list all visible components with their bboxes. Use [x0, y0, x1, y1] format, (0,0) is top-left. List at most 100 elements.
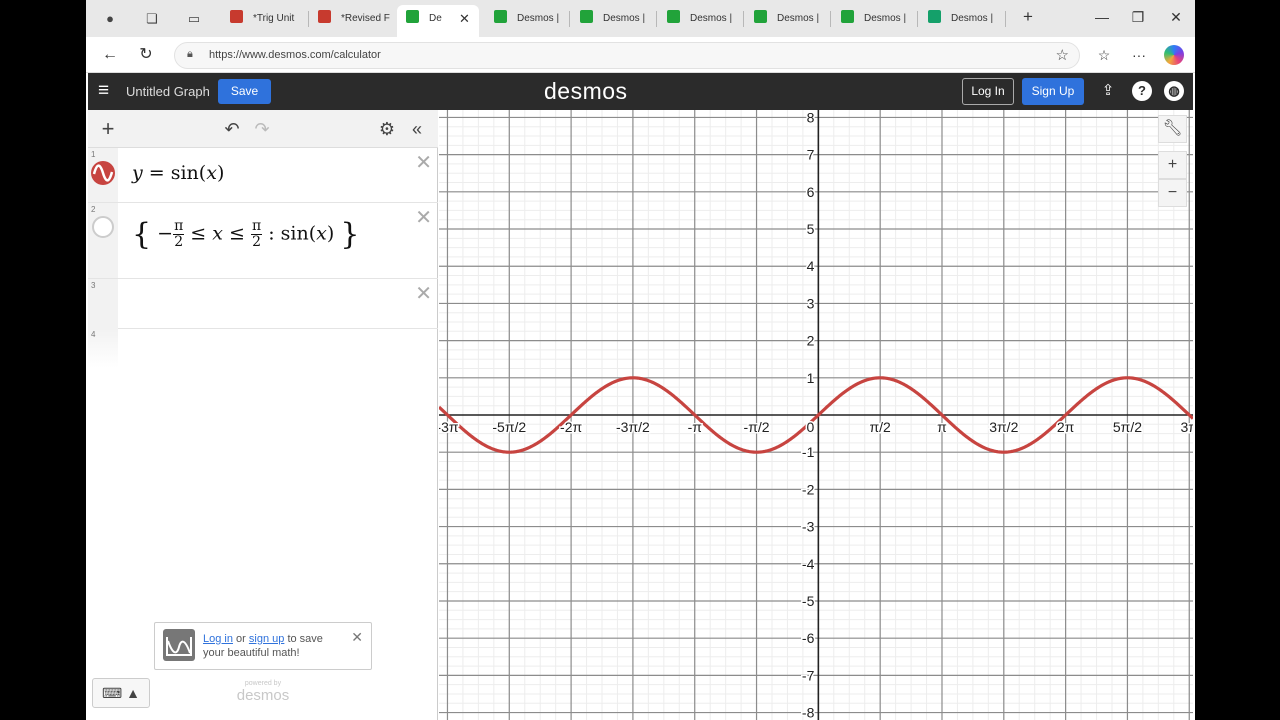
keypad-toggle-button[interactable]: ⌨ ▲ — [92, 678, 150, 708]
tab-desmos-3[interactable]: Desmos | — [580, 5, 652, 33]
favorites-icon[interactable]: ☆ — [1094, 45, 1114, 65]
tab-separator — [830, 11, 831, 27]
delete-expression-icon[interactable]: ✕ — [415, 150, 432, 175]
graph-paper[interactable]: -3π -5π/2 -2π -3π/2 -π -π/2 0 π/2 π 3π/2 2π 5π/2 3π -… — [435, 108, 1195, 720]
tab-desmos-5[interactable]: Desmos | — [754, 5, 826, 33]
tab-trig-unit[interactable]: *Trig Unit — [230, 5, 302, 33]
desmos-icon — [580, 10, 593, 23]
hidden-graph-toggle-icon[interactable] — [91, 215, 115, 239]
delete-expression-icon[interactable]: ✕ — [415, 205, 432, 230]
x-tick-label: 0 — [806, 419, 814, 435]
url-text[interactable]: https://www.desmos.com/calculator — [209, 49, 381, 61]
expression-1-math[interactable]: y = sin(x) — [132, 162, 224, 184]
back-icon[interactable]: ← — [100, 45, 120, 65]
undo-icon[interactable]: ↶ — [221, 118, 243, 140]
signup-button[interactable]: Sign Up — [1022, 78, 1084, 105]
login-link[interactable]: Log in — [203, 633, 233, 645]
graph-settings-wrench-icon[interactable]: 🔧︎ — [1158, 115, 1187, 143]
y-tick-label: 7 — [807, 147, 815, 163]
expression-gutter: 4 — [88, 328, 118, 368]
close-toast-icon[interactable]: ✕ — [351, 629, 363, 646]
share-icon[interactable]: ⇪ — [1098, 81, 1118, 101]
tab-desmos-7[interactable]: Desmos | — [928, 5, 1000, 33]
tab-desmos-active[interactable]: De ✕ — [397, 5, 479, 37]
copilot-icon[interactable] — [1164, 45, 1184, 65]
x-tick-label: 5π/2 — [1113, 419, 1142, 435]
y-tick-label: -4 — [802, 556, 815, 572]
site-info-icon[interactable]: 🔒︎ — [187, 48, 193, 61]
minimize-icon[interactable]: — — [1092, 9, 1112, 25]
login-button[interactable]: Log In — [962, 78, 1014, 105]
y-tick-label: -7 — [802, 667, 815, 683]
desmos-icon — [494, 10, 507, 23]
tab-desmos-6[interactable]: Desmos | — [841, 5, 913, 33]
zoom-out-icon[interactable]: − — [1158, 179, 1187, 207]
settings-gear-icon[interactable]: ⚙ — [376, 118, 398, 140]
new-tab-icon[interactable]: + — [1018, 7, 1038, 27]
y-tick-label: -3 — [802, 519, 815, 535]
restore-icon[interactable]: ❐ — [1128, 9, 1148, 26]
login-prompt-toast: Log in or sign up to save your beautiful… — [154, 622, 372, 670]
redo-icon[interactable]: ↷ — [251, 118, 273, 140]
desmos-icon — [754, 10, 767, 23]
refresh-icon[interactable]: ↻ — [136, 45, 156, 65]
y-tick-label: 3 — [807, 295, 815, 311]
tab-separator — [656, 11, 657, 27]
y-tick-label: 4 — [807, 258, 815, 274]
x-tick-label: -3π/2 — [616, 419, 650, 435]
profile-icon[interactable]: ● — [100, 9, 120, 29]
close-window-icon[interactable]: ✕ — [1166, 9, 1186, 26]
keyboard-icon: ⌨ — [102, 685, 123, 701]
signup-link[interactable]: sign up — [249, 633, 284, 645]
x-tick-label: π/2 — [870, 419, 892, 435]
address-bar[interactable]: 🔒︎ https://www.desmos.com/calculator ☆ — [174, 42, 1080, 69]
expression-row-3[interactable]: 3 ✕ — [88, 279, 438, 329]
expression-row-1[interactable]: 1 y = sin(x) ✕ — [88, 148, 438, 203]
x-tick-label: -π — [688, 419, 703, 435]
workspaces-icon[interactable]: ❏ — [142, 9, 162, 29]
x-tick-label: -2π — [560, 419, 582, 435]
expression-row-2[interactable]: 2 { − π 2 ≤ x ≤ π2 : sin(x) } ✕ — [88, 203, 438, 279]
tab-desmos-4[interactable]: Desmos | — [667, 5, 739, 33]
more-options-icon[interactable]: ··· — [1129, 45, 1149, 65]
delete-expression-icon[interactable]: ✕ — [415, 281, 432, 306]
desmos-logo: desmos — [544, 78, 628, 104]
collapse-panel-icon[interactable]: « — [406, 118, 428, 140]
graph-title[interactable]: Untitled Graph — [126, 84, 210, 99]
tab-desmos-2[interactable]: Desmos | — [494, 5, 566, 33]
desmos-icon — [406, 10, 419, 23]
desmos-icon — [841, 10, 854, 23]
add-item-icon[interactable]: + — [97, 118, 119, 140]
expression-2-math[interactable]: { − π 2 ≤ x ≤ π2 : sin(x) } — [132, 217, 359, 252]
favorite-star-icon[interactable]: ☆ — [1056, 46, 1069, 64]
expression-gutter: 2 — [88, 203, 118, 278]
save-button[interactable]: Save — [218, 79, 271, 104]
tab-strip: ● ❏ ▭ *Trig Unit *Revised F De ✕ Desmos |… — [86, 0, 1195, 37]
desmos-check-icon — [928, 10, 941, 23]
y-tick-label: 1 — [807, 370, 815, 386]
tab-separator — [917, 11, 918, 27]
expression-gutter: 3 — [88, 279, 118, 328]
desmos-logo-icon — [163, 629, 195, 661]
graph-canvas[interactable]: -3π -5π/2 -2π -3π/2 -π -π/2 0 π/2 π 3π/2 2π 5π/2 3π -… — [435, 108, 1195, 720]
pdf-icon — [230, 10, 243, 23]
tab-revised[interactable]: *Revised F — [318, 5, 390, 33]
tab-separator — [569, 11, 570, 27]
expression-list: + ↶ ↷ ⚙ « 1 y = sin(x) ✕ 2 {− π 2 ≤ x ≤… — [88, 110, 438, 720]
zoom-in-icon[interactable]: + — [1158, 151, 1187, 179]
help-icon[interactable]: ? — [1132, 81, 1152, 101]
x-tick-label: -π/2 — [744, 419, 770, 435]
tab-actions-icon[interactable]: ▭ — [184, 9, 204, 29]
expression-toolbar: + ↶ ↷ ⚙ « — [88, 110, 438, 148]
close-tab-icon[interactable]: ✕ — [459, 5, 470, 33]
y-tick-label: -8 — [802, 705, 815, 720]
expression-gutter: 1 — [88, 148, 118, 202]
tab-separator — [1005, 11, 1006, 27]
language-globe-icon[interactable]: ◍ — [1164, 81, 1184, 101]
x-tick-label: -3π — [439, 419, 459, 435]
x-tick-label: 2π — [1057, 419, 1075, 435]
desmos-header: ≡ Untitled Graph Save desmos Log In Sign… — [88, 73, 1193, 110]
y-tick-label: 2 — [807, 333, 815, 349]
graph-color-toggle-icon[interactable] — [90, 160, 116, 186]
menu-icon[interactable]: ≡ — [98, 81, 116, 100]
